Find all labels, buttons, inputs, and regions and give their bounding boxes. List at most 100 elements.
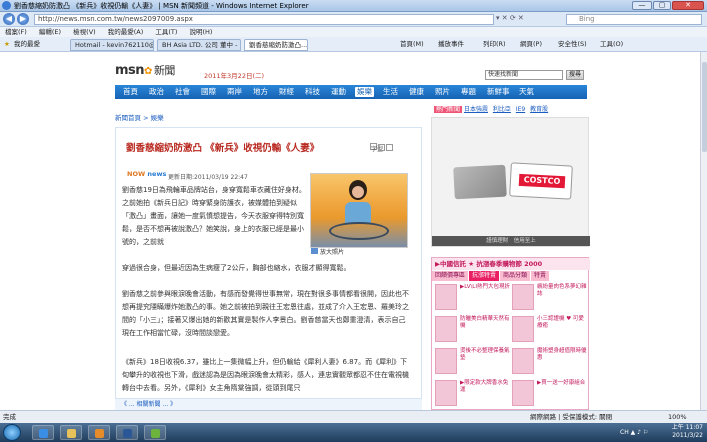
menu-favorites[interactable]: 我的最愛(A) bbox=[108, 28, 144, 36]
nav-entertainment[interactable]: 娛樂 bbox=[355, 87, 374, 97]
menu-file[interactable]: 檔案(F) bbox=[5, 28, 27, 36]
article-photo[interactable] bbox=[310, 173, 408, 248]
shopping-ad[interactable]: ▶中國信託 ★ 抗漲春季購物節 2000 回饋價專區 抗漲特賣 商品分類 特賣 ▶LV… bbox=[431, 257, 590, 410]
tab-hotmail[interactable]: Hotmail - kevin762110@... bbox=[70, 39, 154, 51]
credit-card-ad[interactable]: COSTCO 謹慎理財 信用至上 bbox=[431, 117, 590, 247]
hot-link-1[interactable]: 日本強震 bbox=[464, 106, 488, 113]
start-button[interactable] bbox=[3, 424, 21, 441]
product-item[interactable]: 燙後不必整理保養氣墊 bbox=[435, 348, 511, 378]
site-search-button[interactable]: 搜尋 bbox=[566, 70, 584, 80]
mall-tab-4[interactable]: 特賣 bbox=[531, 271, 550, 281]
status-bar: 完成 網際網路 | 受保護模式: 關閉 100% bbox=[0, 410, 707, 423]
hot-link-4[interactable]: 教育股 bbox=[530, 106, 548, 113]
menu-view[interactable]: 檢視(V) bbox=[73, 28, 96, 36]
nav-cross-strait[interactable]: 兩岸 bbox=[227, 87, 242, 97]
font-large-icon[interactable] bbox=[386, 144, 393, 151]
product-item[interactable]: 繽紛量肉色系夢幻雜誌 bbox=[512, 284, 588, 314]
nav-photos[interactable]: 照片 bbox=[435, 87, 450, 97]
nav-tech[interactable]: 科技 bbox=[305, 87, 320, 97]
tab-article[interactable]: 劉香慈縮奶防激凸... bbox=[244, 39, 308, 51]
taskbar-media[interactable] bbox=[88, 425, 110, 440]
nav-home[interactable]: 首頁 bbox=[123, 87, 138, 97]
cmd-tools[interactable]: 工具(O) bbox=[600, 40, 623, 49]
product-thumb bbox=[435, 284, 457, 310]
mall-tab-1[interactable]: 回饋價專區 bbox=[432, 271, 469, 281]
mall-tab-2[interactable]: 抗漲特賣 bbox=[469, 271, 500, 281]
hot-link-3[interactable]: IE9 bbox=[516, 106, 525, 113]
nav-life[interactable]: 生活 bbox=[383, 87, 398, 97]
cmd-feeds[interactable]: 播放事件 bbox=[438, 40, 464, 49]
nav-health[interactable]: 健康 bbox=[409, 87, 424, 97]
menu-tools[interactable]: 工具(T) bbox=[155, 28, 177, 36]
clock[interactable]: 上午 11:07 2011/3/22 bbox=[672, 424, 703, 440]
search-input[interactable]: Bing bbox=[566, 14, 702, 25]
nav-society[interactable]: 社會 bbox=[175, 87, 190, 97]
product-item[interactable]: ▶LV\LI熱門大包現折 bbox=[435, 284, 511, 314]
word-icon bbox=[123, 429, 132, 438]
nav-local[interactable]: 地方 bbox=[253, 87, 268, 97]
product-thumb bbox=[512, 348, 534, 374]
nav-international[interactable]: 國際 bbox=[201, 87, 216, 97]
article-paragraph-1-cont: 穿過很合身，但最近因為生病瘦了2公斤，胸部也縮水，衣服才顯得寬鬆。 bbox=[122, 264, 351, 272]
nav-trending[interactable]: 新鮮事 bbox=[487, 87, 510, 97]
zoom-icon[interactable] bbox=[311, 248, 318, 254]
costco-card-image: COSTCO bbox=[509, 162, 573, 200]
nav-politics[interactable]: 政治 bbox=[149, 87, 164, 97]
product-item[interactable]: ▶限定款大牌香水免運 bbox=[435, 380, 511, 410]
breadcrumb[interactable]: 新聞首頁 > 娛樂 bbox=[115, 112, 164, 122]
article-paragraph-3: 《新兵》18日收視6.37，雖比上一集微幅上升，但仍輸給《犀利人妻》6.87。而… bbox=[122, 358, 409, 392]
mall-title: ▶中國信託 ★ 抗漲春季購物節 2000 bbox=[432, 258, 590, 270]
maximize-button[interactable]: ▢ bbox=[653, 1, 671, 10]
product-label: 魔術塑身超值限時優惠 bbox=[537, 348, 587, 361]
tab-bh-asia[interactable]: BH Asia LTD. 公司 董中 - ... bbox=[157, 39, 241, 51]
hot-link-2[interactable]: 利比亞 bbox=[493, 106, 511, 113]
taskbar-word[interactable] bbox=[116, 425, 138, 440]
mall-tab-3[interactable]: 商品分類 bbox=[500, 271, 531, 281]
minimize-button[interactable]: — bbox=[632, 1, 652, 10]
msn-logo[interactable]: msn✿ 新聞 bbox=[115, 62, 175, 78]
product-item[interactable]: ▶買一送一好康組合 bbox=[512, 380, 588, 410]
favorites-bar: ★ 我的最愛 Hotmail - kevin762110@... BH Asia… bbox=[0, 37, 707, 52]
taskbar-app[interactable] bbox=[144, 425, 166, 440]
system-tray-icons[interactable]: CH ▲ ♪ ⚐ bbox=[620, 429, 648, 436]
back-button[interactable]: ◀ bbox=[3, 13, 15, 25]
menu-help[interactable]: 說明(H) bbox=[190, 28, 213, 36]
nav-finance[interactable]: 財經 bbox=[279, 87, 294, 97]
site-search-input[interactable]: 快速找新聞 bbox=[485, 70, 563, 80]
folder-icon bbox=[67, 429, 76, 438]
zoom-level[interactable]: 100% bbox=[668, 411, 687, 423]
source-logo-sub: news bbox=[147, 170, 167, 178]
window-title: 劉香慈縮奶防激凸 《新兵》收視仍輸《人妻》 | MSN 新聞頻道 - Windo… bbox=[14, 2, 309, 10]
forward-button[interactable]: ▶ bbox=[17, 13, 29, 25]
close-button[interactable]: ✕ bbox=[672, 1, 704, 10]
related-links-strip[interactable]: 《 ... 相關新聞 ... 》 bbox=[115, 398, 422, 410]
favorites-button[interactable]: 我的最愛 bbox=[14, 37, 40, 52]
nav-weather[interactable]: 天氣 bbox=[519, 87, 534, 97]
scroll-thumb[interactable] bbox=[702, 62, 707, 152]
favorites-star-icon[interactable]: ★ bbox=[4, 37, 10, 52]
enlarge-photo-link[interactable]: 放大照片 bbox=[320, 247, 344, 256]
address-actions[interactable]: ▾ ✕ ⟳ ✕ bbox=[496, 14, 524, 22]
menu-edit[interactable]: 編輯(E) bbox=[39, 28, 61, 36]
cmd-safety[interactable]: 安全性(S) bbox=[558, 40, 587, 49]
product-label: 防曬美白精華天然有機 bbox=[460, 316, 510, 329]
source-logo: NOW news bbox=[127, 170, 166, 178]
security-zone[interactable]: 網際網路 | 受保護模式: 關閉 bbox=[530, 411, 612, 423]
msn-logo-text: msn bbox=[115, 63, 145, 78]
cmd-home[interactable]: 首頁(M) bbox=[400, 40, 424, 49]
taskbar-explorer[interactable] bbox=[60, 425, 82, 440]
product-label: 繽紛量肉色系夢幻雜誌 bbox=[537, 284, 587, 297]
nav-sports[interactable]: 運動 bbox=[331, 87, 346, 97]
product-item[interactable]: 小三認證機 ♥ 可愛療癒 bbox=[512, 316, 588, 346]
product-item[interactable]: 防曬美白精華天然有機 bbox=[435, 316, 511, 346]
product-item[interactable]: 魔術塑身超值限時優惠 bbox=[512, 348, 588, 378]
cmd-print[interactable]: 列印(R) bbox=[483, 40, 506, 49]
nav-topics[interactable]: 專題 bbox=[461, 87, 476, 97]
address-input[interactable]: http://news.msn.com.tw/news2097009.aspx bbox=[34, 14, 494, 25]
product-thumb bbox=[435, 316, 457, 342]
taskbar-ie[interactable] bbox=[32, 425, 54, 440]
font-small-icon[interactable] bbox=[378, 144, 385, 151]
font-size-control[interactable]: 字型 bbox=[369, 143, 393, 153]
vertical-scrollbar[interactable] bbox=[700, 52, 707, 410]
cmd-page[interactable]: 網頁(P) bbox=[520, 40, 542, 49]
